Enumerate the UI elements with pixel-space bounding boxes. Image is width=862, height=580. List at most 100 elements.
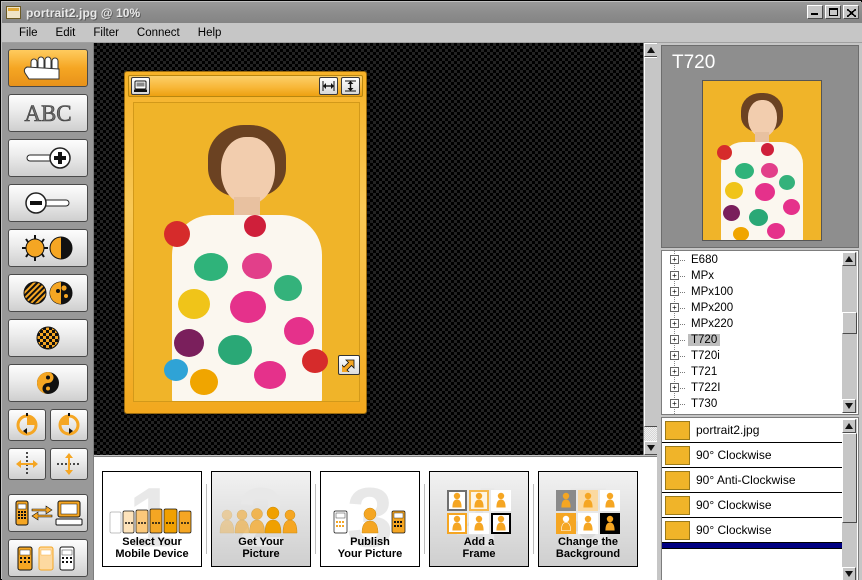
hand-icon (17, 55, 79, 81)
scrollbar-thumb[interactable] (842, 312, 857, 334)
scroll-down-button[interactable] (842, 399, 856, 413)
tree-item-t722i[interactable]: + T722I (662, 380, 842, 396)
device-models-tool[interactable] (8, 539, 88, 577)
step-divider (533, 484, 534, 554)
history-item[interactable]: 90° Clockwise (662, 493, 842, 518)
tree-item-t720i[interactable]: + T720i (662, 348, 842, 364)
photo-content (133, 102, 360, 402)
resize-handle[interactable] (338, 355, 360, 375)
canvas-scrollbar[interactable] (643, 43, 657, 455)
right-panel: T720 (657, 43, 862, 580)
tree-item-mpx200[interactable]: + MPx200 (662, 300, 842, 316)
step-add-frame[interactable]: 4 (429, 471, 529, 567)
maximize-button[interactable] (825, 5, 841, 19)
history-thumbnail (665, 521, 690, 540)
expand-icon[interactable]: + (670, 287, 679, 296)
menu-connect[interactable]: Connect (128, 25, 189, 41)
rotate-ccw-icon (56, 412, 82, 438)
zoom-in-tool[interactable] (8, 139, 88, 177)
caption-line-2: Mobile Device (115, 548, 188, 560)
fit-height-icon[interactable] (341, 77, 360, 95)
expand-icon[interactable]: + (670, 255, 679, 264)
tree-item-t720[interactable]: + T720 (662, 332, 842, 348)
flip-vertical-tool[interactable] (50, 448, 88, 480)
flip-horizontal-tool[interactable] (8, 448, 46, 480)
checkered-sphere-icon (28, 324, 68, 352)
scroll-down-button[interactable] (644, 441, 658, 455)
history-item[interactable]: 90° Anti-Clockwise (662, 468, 842, 493)
rotate-anticlockwise-tool[interactable] (50, 409, 88, 441)
text-tool[interactable]: ABC (8, 94, 88, 132)
minimize-button[interactable] (807, 5, 823, 19)
scrollbar-thumb[interactable] (842, 433, 857, 523)
tree-connector (680, 404, 686, 405)
menu-filter[interactable]: Filter (84, 25, 128, 41)
expand-icon[interactable]: + (670, 383, 679, 392)
tree-connector (680, 372, 686, 373)
caption-line-2: Picture (242, 548, 279, 560)
tree-connector (680, 308, 686, 309)
history-item[interactable]: portrait2.jpg (662, 418, 842, 443)
device-preview-label: T720 (672, 52, 715, 74)
history-item-selected[interactable] (662, 543, 842, 549)
scroll-up-button[interactable] (644, 43, 658, 57)
title-bar: portrait2.jpg @ 10% (2, 2, 862, 23)
scroll-up-button[interactable] (842, 252, 856, 266)
zoom-out-tool[interactable] (8, 184, 88, 222)
rotate-clockwise-tool[interactable] (8, 409, 46, 441)
fit-width-icon[interactable] (319, 77, 338, 95)
scroll-down-button[interactable] (842, 567, 856, 580)
dotted-sphere-icon (50, 282, 72, 304)
striped-sphere-icon (24, 282, 46, 304)
phone-person-phone-icon (330, 488, 410, 534)
device-tree-scrollbar[interactable] (842, 252, 857, 413)
tree-item-label: MPx220 (688, 318, 736, 330)
tree-item-t721[interactable]: + T721 (662, 364, 842, 380)
scroll-up-button[interactable] (842, 419, 856, 433)
history-thumbnail (665, 421, 690, 440)
image-window[interactable] (124, 71, 367, 414)
expand-icon[interactable]: + (670, 351, 679, 360)
step-get-picture[interactable]: 2 Get Your Picture (211, 471, 311, 567)
expand-icon[interactable]: + (670, 367, 679, 376)
hand-tool[interactable] (8, 49, 88, 87)
tree-item-mpx[interactable]: + MPx (662, 268, 842, 284)
history-item[interactable]: 90° Clockwise (662, 443, 842, 468)
menu-help[interactable]: Help (189, 25, 231, 41)
tree-item-e680[interactable]: + E680 (662, 252, 842, 268)
expand-icon[interactable]: + (670, 303, 679, 312)
expand-icon[interactable]: + (670, 319, 679, 328)
history-item-label: portrait2.jpg (696, 423, 759, 437)
history-scrollbar[interactable] (842, 419, 857, 580)
caption-line-1: Publish (350, 536, 390, 548)
expand-icon[interactable]: + (670, 399, 679, 408)
scrollbar-thumb[interactable] (644, 57, 658, 427)
step-divider (206, 484, 207, 554)
checker-tool[interactable] (8, 319, 88, 357)
expand-icon[interactable]: + (670, 271, 679, 280)
application-window: portrait2.jpg @ 10% File Edit Filter Con… (0, 0, 862, 580)
expand-icon[interactable]: + (670, 335, 679, 344)
half-circle-contrast-icon (50, 237, 72, 259)
menu-file[interactable]: File (10, 25, 47, 41)
device-tree[interactable]: + E680 + MPx + MPx100 + MPx200 (661, 250, 859, 415)
texture-dither-tool[interactable] (8, 274, 88, 312)
step-publish-picture[interactable]: 3 Publish Your Picture (320, 471, 420, 567)
image-window-titlebar[interactable] (128, 75, 363, 97)
tree-item-mpx220[interactable]: + MPx220 (662, 316, 842, 332)
brightness-contrast-tool[interactable] (8, 229, 88, 267)
wizard-steps-bar: 1 (94, 456, 657, 580)
screen-icon[interactable] (131, 77, 150, 95)
frame-grid-icon (447, 488, 511, 534)
step-select-device[interactable]: 1 (102, 471, 202, 567)
history-item[interactable]: 90° Clockwise (662, 518, 842, 543)
tree-item-mpx100[interactable]: + MPx100 (662, 284, 842, 300)
send-to-device-tool[interactable] (8, 494, 88, 532)
menu-edit[interactable]: Edit (47, 25, 85, 41)
tree-item-t730[interactable]: + T730 (662, 396, 842, 412)
step-change-background[interactable]: 5 (538, 471, 638, 567)
close-button[interactable] (843, 5, 859, 19)
invert-tool[interactable] (8, 364, 88, 402)
history-panel[interactable]: portrait2.jpg 90° Clockwise 90° Anti-Clo… (661, 417, 859, 580)
image-canvas[interactable] (94, 43, 643, 455)
